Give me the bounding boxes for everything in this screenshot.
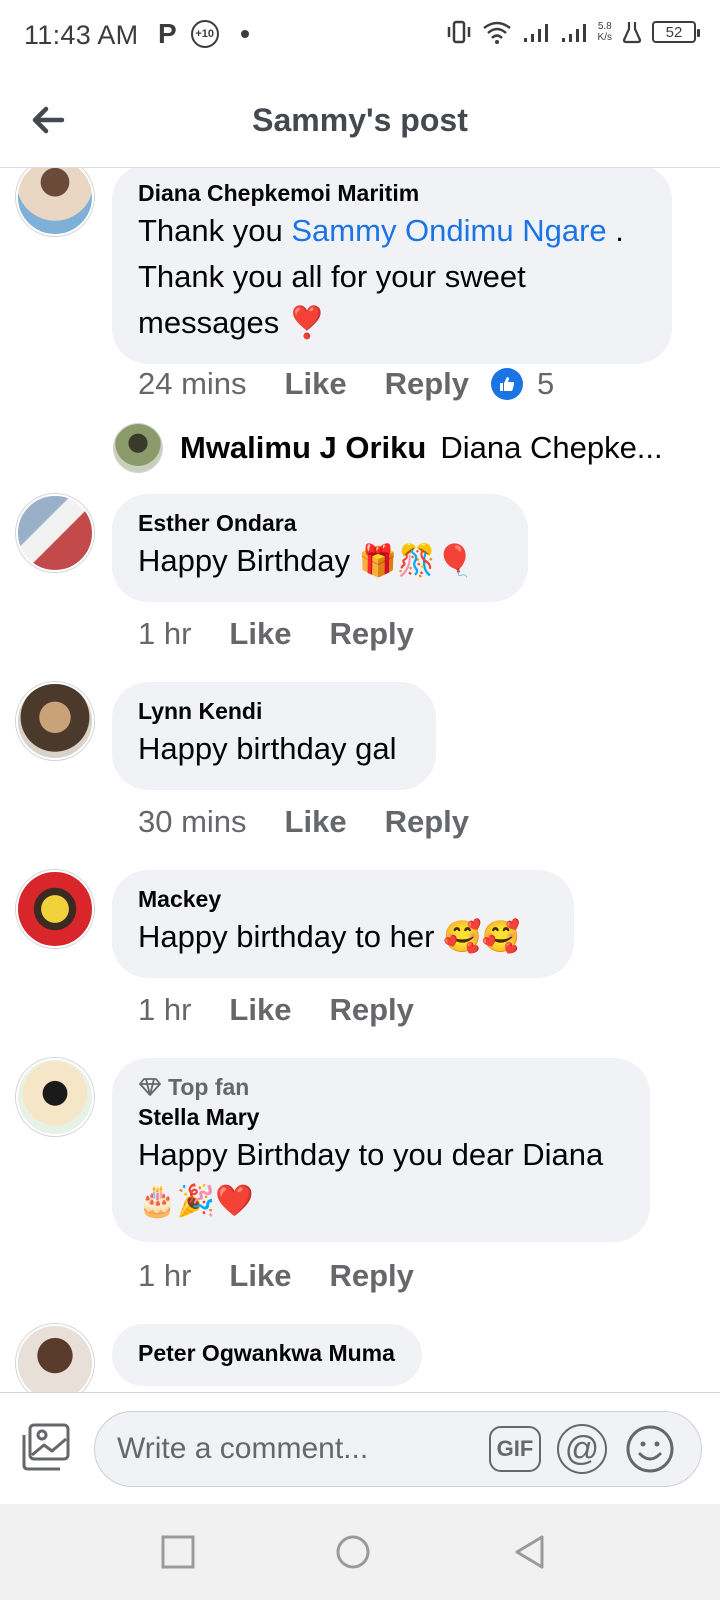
status-bar: 11:43 AM P +10 5.8 K/s 52 xyxy=(0,0,720,72)
like-button[interactable]: Like xyxy=(285,804,347,840)
comment-time[interactable]: 24 mins xyxy=(138,366,247,402)
avatar[interactable] xyxy=(16,870,94,948)
reply-button[interactable]: Reply xyxy=(329,992,413,1028)
reply-button[interactable]: Reply xyxy=(329,1258,413,1294)
status-right-icons: 5.8 K/s 52 xyxy=(446,20,700,44)
avatar[interactable] xyxy=(16,682,94,760)
comment-meta: 1 hr Like Reply xyxy=(138,616,452,652)
comment-time[interactable]: 30 mins xyxy=(138,804,247,840)
reaction-count[interactable]: 5 xyxy=(537,366,554,402)
comment-bubble[interactable]: Diana Chepkemoi Maritim Thank you Sammy … xyxy=(112,168,672,364)
emoji-icon[interactable] xyxy=(625,1424,675,1474)
reply-author[interactable]: Mwalimu J Oriku xyxy=(180,430,426,466)
notification-badge-icon: +10 xyxy=(190,20,219,48)
like-button[interactable]: Like xyxy=(229,616,291,652)
comment-meta: 30 mins Like Reply xyxy=(138,804,507,840)
signal-1-icon xyxy=(523,24,548,42)
top-fan-badge: Top fan xyxy=(138,1072,624,1102)
comment-author[interactable]: Stella Mary xyxy=(138,1102,624,1132)
comment-placeholder: Write a comment... xyxy=(117,1432,369,1465)
like-reaction-icon[interactable] xyxy=(491,368,523,400)
recent-apps-square-icon[interactable] xyxy=(160,1534,196,1570)
avatar[interactable] xyxy=(16,1058,94,1136)
gif-button[interactable]: GIF xyxy=(489,1426,541,1472)
comment-text: Happy Birthday 🎁🎊🎈 xyxy=(138,543,475,578)
p-app-icon: P xyxy=(158,18,177,49)
back-triangle-icon[interactable] xyxy=(512,1534,548,1570)
comment-author[interactable]: Lynn Kendi xyxy=(138,696,410,726)
comment-time[interactable]: 1 hr xyxy=(138,1258,191,1294)
like-button[interactable]: Like xyxy=(285,366,347,402)
avatar[interactable] xyxy=(16,494,94,572)
comment-bubble[interactable]: Lynn Kendi Happy birthday gal xyxy=(112,682,436,790)
comment-author[interactable]: Mackey xyxy=(138,884,548,914)
mention-link[interactable]: Sammy Ondimu Ngare xyxy=(291,213,606,248)
mention-button[interactable]: @ xyxy=(557,1424,607,1474)
post-header: Sammy's post xyxy=(0,72,720,168)
photo-icon[interactable] xyxy=(20,1421,72,1473)
top-fan-label: Top fan xyxy=(168,1074,250,1100)
status-time: 11:43 AM xyxy=(24,20,139,50)
network-speed-unit: K/s xyxy=(597,32,612,43)
like-button[interactable]: Like xyxy=(229,992,291,1028)
signal-2-icon xyxy=(561,24,586,42)
comment-time[interactable]: 1 hr xyxy=(138,992,191,1028)
comment-meta: 1 hr Like Reply xyxy=(138,992,452,1028)
reply-button[interactable]: Reply xyxy=(329,616,413,652)
battery-icon: 52 xyxy=(652,21,700,43)
reply-button[interactable]: Reply xyxy=(385,804,469,840)
network-speed-value: 5.8 xyxy=(597,21,612,32)
wifi-icon xyxy=(482,21,511,44)
diamond-icon xyxy=(139,1078,161,1096)
lab-flask-icon xyxy=(622,22,642,44)
system-nav-bar xyxy=(0,1504,720,1600)
home-circle-icon[interactable] xyxy=(335,1534,371,1570)
comment-meta: 1 hr Like Reply xyxy=(138,1258,452,1294)
comment-author[interactable]: Peter Ogwankwa Muma xyxy=(138,1338,396,1368)
network-speed: 5.8 K/s xyxy=(598,21,612,43)
comment-author[interactable]: Esther Ondara xyxy=(138,508,502,538)
comment-text: Happy Birthday to you dear Diana 🎂🎉❤️ xyxy=(138,1137,604,1218)
avatar[interactable] xyxy=(16,1324,94,1392)
more-notifications-dot-icon xyxy=(240,30,249,38)
reply-preview[interactable]: Mwalimu J Oriku Diana Chepke... xyxy=(114,424,663,472)
status-left-icons: P +10 xyxy=(158,18,249,50)
comments-list[interactable]: Diana Chepkemoi Maritim Thank you Sammy … xyxy=(0,168,720,1392)
comment-author[interactable]: Diana Chepkemoi Maritim xyxy=(138,178,646,208)
like-button[interactable]: Like xyxy=(229,1258,291,1294)
page-title: Sammy's post xyxy=(252,102,468,138)
reply-button[interactable]: Reply xyxy=(385,366,469,402)
comment-bubble[interactable]: Peter Ogwankwa Muma xyxy=(112,1324,422,1386)
comment-text: Thank you Sammy Ondimu Ngare . Thank you… xyxy=(138,208,646,346)
vibrate-icon xyxy=(447,20,470,44)
comment-time[interactable]: 1 hr xyxy=(138,616,191,652)
reply-snippet[interactable]: Diana Chepke... xyxy=(440,430,662,466)
comment-input[interactable]: Write a comment... GIF @ xyxy=(94,1411,702,1487)
comment-bubble[interactable]: Mackey Happy birthday to her 🥰🥰 xyxy=(112,870,574,978)
comment-text: Happy birthday gal xyxy=(138,731,397,766)
comment-text: Happy birthday to her 🥰🥰 xyxy=(138,919,521,954)
avatar[interactable] xyxy=(16,168,94,236)
comment-text-before: Thank you xyxy=(138,213,292,248)
comment-bubble[interactable]: Top fan Stella Mary Happy Birthday to yo… xyxy=(112,1058,650,1242)
comment-composer: Write a comment... GIF @ xyxy=(0,1392,720,1504)
comment-bubble[interactable]: Esther Ondara Happy Birthday 🎁🎊🎈 xyxy=(112,494,528,602)
reply-avatar[interactable] xyxy=(114,424,162,472)
comment-meta: 24 mins Like Reply 5 xyxy=(138,366,554,402)
